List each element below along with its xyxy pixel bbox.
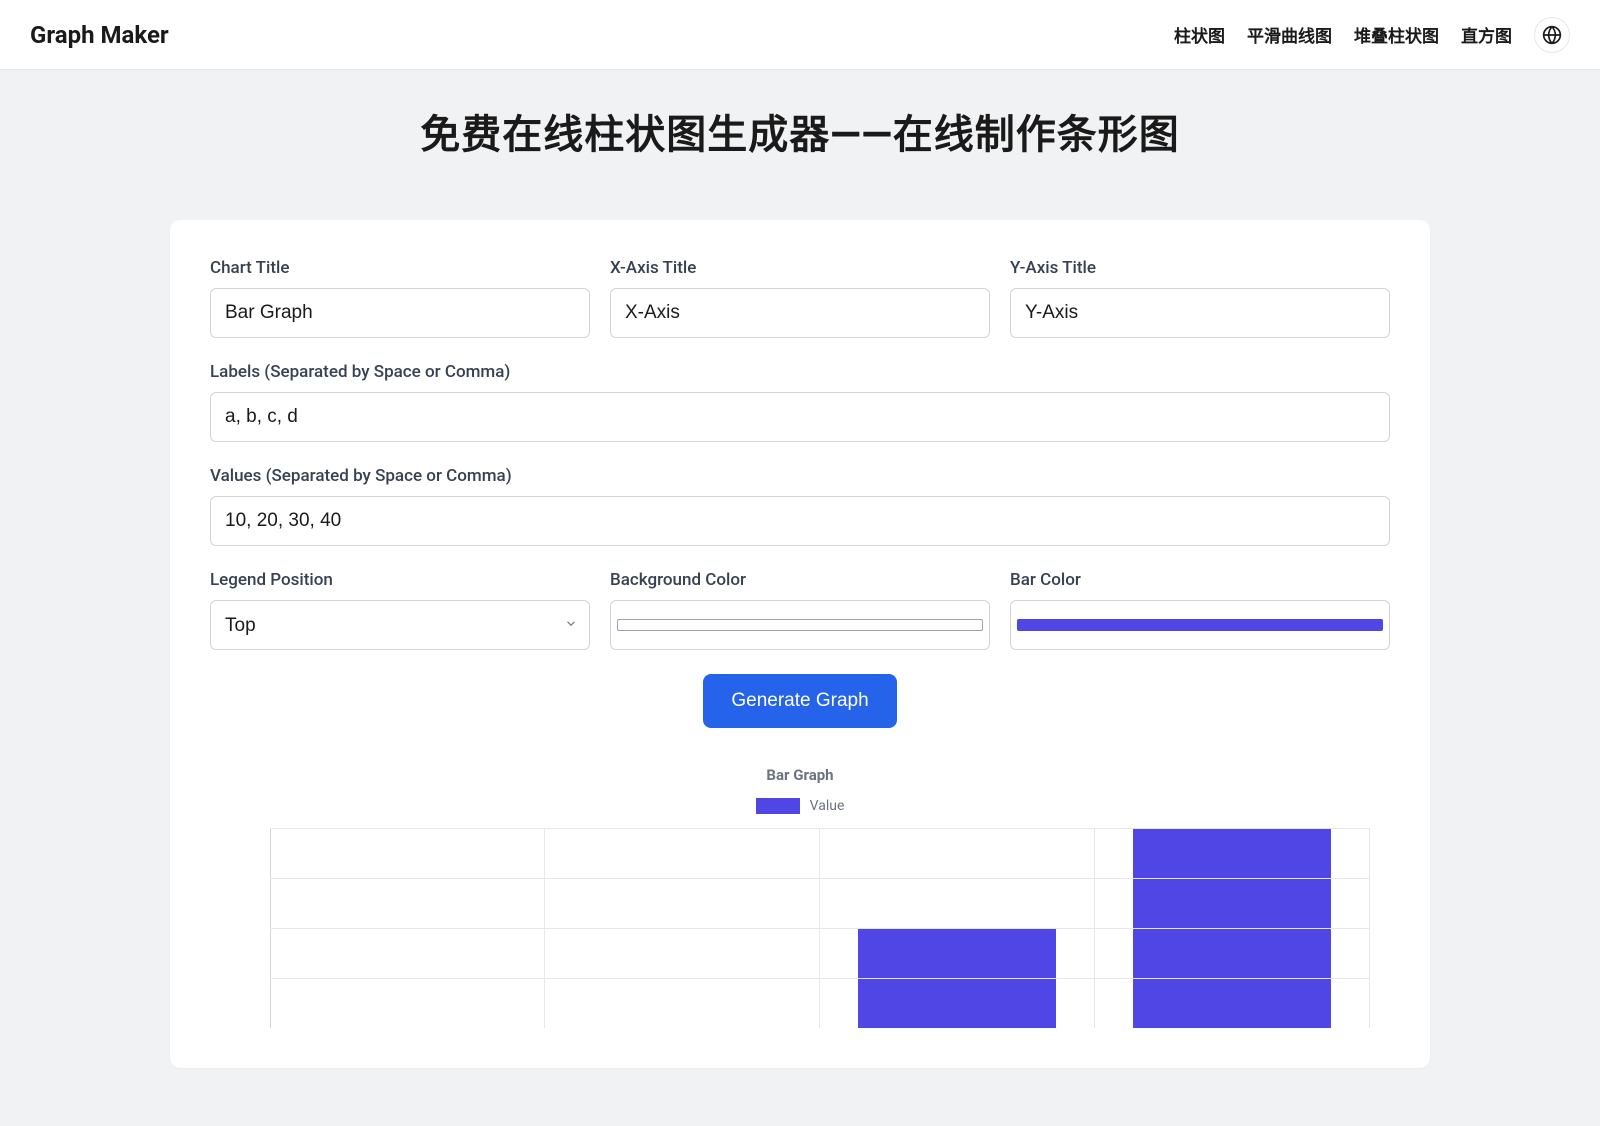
globe-icon <box>1542 25 1562 45</box>
legend-position-select[interactable]: Top <box>210 600 590 650</box>
bar-color-input[interactable] <box>1010 600 1390 650</box>
nav-stacked-bar-chart[interactable]: 堆叠柱状图 <box>1354 22 1439 47</box>
background-color-swatch <box>617 619 983 631</box>
form-card: Chart Title X-Axis Title Y-Axis Title La… <box>170 220 1430 1068</box>
values-label: Values (Separated by Space or Comma) <box>210 466 1390 486</box>
language-button[interactable] <box>1534 17 1570 53</box>
bar-color-swatch <box>1017 619 1383 631</box>
legend-label: Value <box>810 798 845 814</box>
y-axis-title-label: Y-Axis Title <box>1010 258 1390 278</box>
legend-position-label: Legend Position <box>210 570 590 590</box>
values-input[interactable] <box>210 496 1390 546</box>
generate-graph-button[interactable]: Generate Graph <box>703 674 896 728</box>
labels-input[interactable] <box>210 392 1390 442</box>
nav-bar-chart[interactable]: 柱状图 <box>1174 22 1225 47</box>
gridline <box>270 828 1370 829</box>
gridline <box>270 978 1370 979</box>
chart-title-label: Chart Title <box>210 258 590 278</box>
legend-color-box <box>756 798 800 814</box>
chart-title-input[interactable] <box>210 288 590 338</box>
background-color-label: Background Color <box>610 570 990 590</box>
nav-spline-chart[interactable]: 平滑曲线图 <box>1247 22 1332 47</box>
x-axis-title-input[interactable] <box>610 288 990 338</box>
gridline <box>270 878 1370 879</box>
brand[interactable]: Graph Maker <box>30 21 169 49</box>
page-title: 免费在线柱状图生成器——在线制作条形图 <box>0 102 1600 160</box>
labels-label: Labels (Separated by Space or Comma) <box>210 362 1390 382</box>
top-nav: 柱状图 平滑曲线图 堆叠柱状图 直方图 <box>1174 17 1570 53</box>
chart-title: Bar Graph <box>210 766 1390 784</box>
gridline <box>270 928 1370 929</box>
chart-plot: 40353025 <box>270 828 1370 1028</box>
x-axis-title-label: X-Axis Title <box>610 258 990 278</box>
y-axis-title-input[interactable] <box>1010 288 1390 338</box>
bar-color-label: Bar Color <box>1010 570 1390 590</box>
background-color-input[interactable] <box>610 600 990 650</box>
chart-preview: Bar Graph Value 40353025 <box>210 756 1390 1028</box>
chart-legend[interactable]: Value <box>210 798 1390 814</box>
nav-histogram[interactable]: 直方图 <box>1461 22 1512 47</box>
header: Graph Maker 柱状图 平滑曲线图 堆叠柱状图 直方图 <box>0 0 1600 70</box>
